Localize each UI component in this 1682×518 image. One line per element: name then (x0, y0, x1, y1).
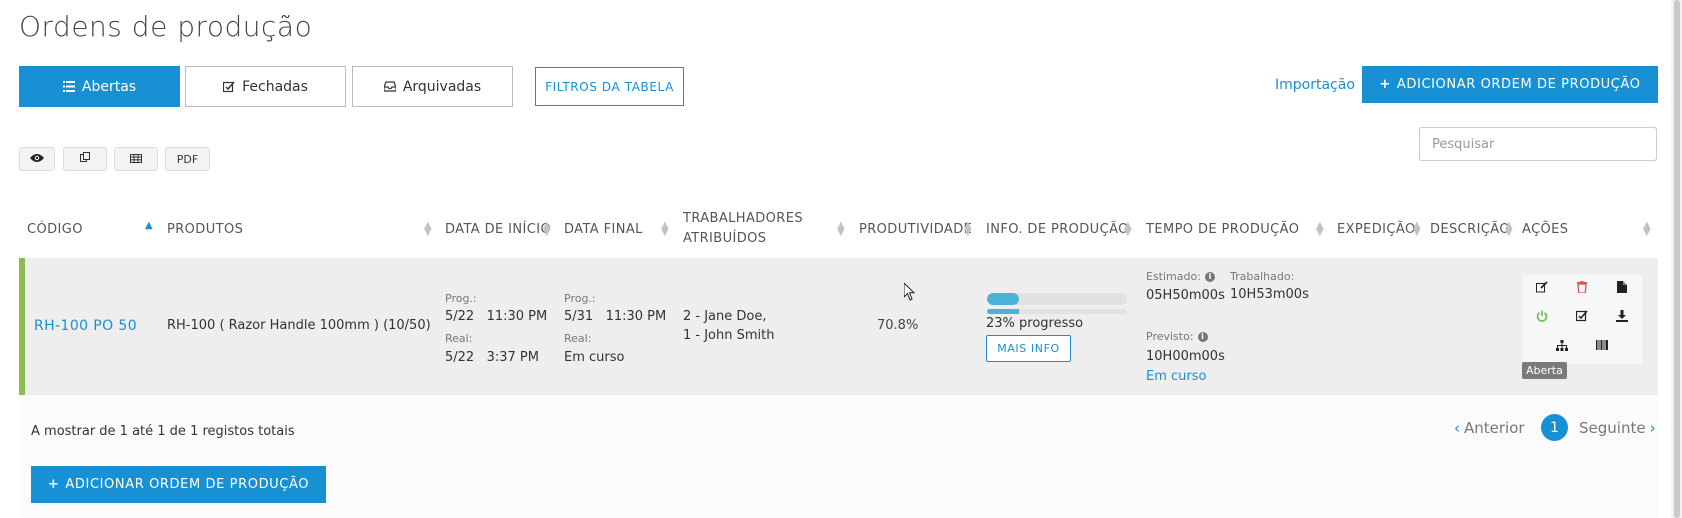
tab-abertas[interactable]: Abertas (19, 66, 180, 107)
tab-arquivadas[interactable]: Arquivadas (352, 66, 513, 107)
start-prog-label: Prog.: (445, 292, 477, 305)
pagination-previous[interactable]: ‹ Anterior (1454, 414, 1525, 441)
add-production-order-label: ADICIONAR ORDEM DE PRODUÇÃO (65, 477, 310, 492)
sort-icon: ▲ ▼ (661, 220, 669, 238)
column-header-trabalhadores[interactable]: TRABALHADORES ATRIBUÍDOS (683, 209, 813, 249)
delete-icon[interactable] (1574, 279, 1590, 295)
worker-item: 2 - Jane Doe, (683, 309, 767, 324)
status-link[interactable]: Em curso (1146, 369, 1206, 384)
column-header-descricao[interactable]: DESCRIÇÃO (1430, 220, 1510, 240)
check-square-icon[interactable] (1574, 308, 1590, 324)
worked-label: Trabalhado: (1230, 270, 1295, 283)
column-visibility-button[interactable] (19, 147, 55, 171)
plus-icon: + (47, 477, 60, 492)
estimated-label: Estimado: i (1146, 270, 1215, 283)
add-production-order-label: ADICIONAR ORDEM DE PRODUÇÃO (1396, 77, 1641, 92)
document-icon[interactable] (1614, 279, 1630, 295)
tab-arquivadas-label: Arquivadas (402, 78, 482, 95)
progress-bar-secondary-fill (987, 309, 1020, 314)
add-production-order-button-bottom[interactable]: + ADICIONAR ORDEM DE PRODUÇÃO (31, 466, 326, 503)
sort-icon: ▲ ▼ (424, 220, 432, 238)
pagination-current-page[interactable]: 1 (1541, 414, 1568, 441)
end-real-label: Real: (564, 332, 592, 345)
records-summary: A mostrar de 1 até 1 de 1 registos totai… (31, 424, 295, 439)
estimated-value: 05H50m00s (1146, 288, 1225, 303)
eye-icon (30, 153, 44, 166)
copy-icon (79, 152, 91, 166)
page-title: Ordens de produção (19, 10, 313, 43)
column-header-codigo[interactable]: CÓDIGO (27, 220, 83, 240)
plus-icon: + (1379, 77, 1391, 92)
hierarchy-icon[interactable] (1554, 337, 1570, 353)
sort-ascending-icon: ▲ (145, 220, 153, 231)
barcode-icon[interactable] (1594, 337, 1610, 353)
copy-button[interactable] (63, 147, 107, 171)
sort-icon: ▲ ▼ (1124, 220, 1132, 238)
tab-abertas-label: Abertas (81, 78, 137, 95)
order-code-link[interactable]: RH-100 PO 50 (34, 318, 137, 334)
pagination-next[interactable]: Seguinte › (1579, 414, 1656, 441)
more-info-button[interactable]: MAIS INFO (986, 335, 1071, 362)
end-real-value: Em curso (564, 350, 625, 365)
product-cell: RH-100 ( Razor Handle 100mm ) (10/50) (167, 318, 431, 333)
progress-bar (987, 293, 1127, 305)
column-header-produtos[interactable]: PRODUTOS (167, 220, 243, 240)
column-header-produtividade[interactable]: PRODUTIVIDADE (859, 220, 972, 240)
tab-fechadas[interactable]: Fechadas (185, 66, 346, 107)
progress-text: 23% progresso (986, 316, 1084, 331)
pagination-previous-label: Anterior (1464, 418, 1525, 437)
column-header-tempo-producao[interactable]: TEMPO DE PRODUÇÃO (1146, 220, 1299, 240)
info-icon[interactable]: i (1204, 272, 1215, 282)
end-prog-value: 5/31 11:30 PM (564, 309, 667, 324)
column-header-acoes: AÇÕES (1522, 222, 1569, 237)
progress-bar-secondary (987, 309, 1127, 314)
download-icon[interactable] (1614, 308, 1630, 324)
sort-icon: ▲ ▼ (837, 220, 845, 238)
worker-item: 1 - John Smith (683, 328, 775, 343)
sort-icon: ▲ ▼ (1643, 220, 1651, 238)
productivity-value: 70.8% (877, 318, 919, 333)
mouse-cursor-icon (903, 281, 916, 305)
forecast-value: 10H00m00s (1146, 349, 1225, 364)
pagination-next-label: Seguinte (1579, 418, 1646, 437)
edit-icon[interactable] (1534, 279, 1550, 295)
info-icon[interactable]: i (1197, 332, 1208, 342)
check-square-icon (223, 81, 235, 93)
pdf-export-button[interactable]: PDF (165, 147, 210, 171)
start-real-value: 5/22 3:37 PM (445, 350, 539, 365)
row-status-indicator (19, 258, 25, 395)
scrollbar-thumb[interactable] (1674, 0, 1680, 518)
start-real-label: Real: (445, 332, 473, 345)
column-header-info-producao[interactable]: INFO. DE PRODUÇÃO (986, 220, 1129, 240)
csv-export-button[interactable] (114, 147, 158, 171)
power-icon[interactable] (1534, 308, 1550, 324)
column-header-data-final[interactable]: DATA FINAL (564, 220, 643, 240)
sort-icon: ▲ ▼ (1413, 220, 1421, 238)
start-prog-value: 5/22 11:30 PM (445, 309, 548, 324)
worked-value: 10H53m00s (1230, 287, 1309, 302)
import-link[interactable]: Importação (1275, 77, 1355, 93)
chevron-right-icon: › (1649, 418, 1656, 437)
forecast-label: Previsto: i (1146, 330, 1208, 343)
sort-icon: ▲ ▼ (543, 220, 551, 238)
search-input[interactable] (1419, 127, 1657, 161)
inbox-icon (383, 81, 396, 92)
table-icon (130, 153, 142, 166)
end-prog-label: Prog.: (564, 292, 596, 305)
sort-icon: ▲ ▼ (1316, 220, 1324, 238)
tab-fechadas-label: Fechadas (242, 78, 308, 95)
chevron-left-icon: ‹ (1454, 418, 1460, 437)
list-icon (62, 81, 75, 92)
column-header-data-inicio[interactable]: DATA DE INÍCIO (445, 220, 551, 240)
progress-bar-fill (987, 293, 1020, 305)
sort-icon: ▲ ▼ (964, 220, 972, 238)
sort-icon: ▲ ▼ (1505, 220, 1513, 238)
status-tooltip: Aberta (1522, 362, 1567, 379)
add-production-order-button[interactable]: + ADICIONAR ORDEM DE PRODUÇÃO (1362, 66, 1658, 103)
column-header-expedicao[interactable]: EXPEDIÇÃO (1337, 220, 1416, 240)
table-filters-button[interactable]: FILTROS DA TABELA (535, 67, 684, 106)
